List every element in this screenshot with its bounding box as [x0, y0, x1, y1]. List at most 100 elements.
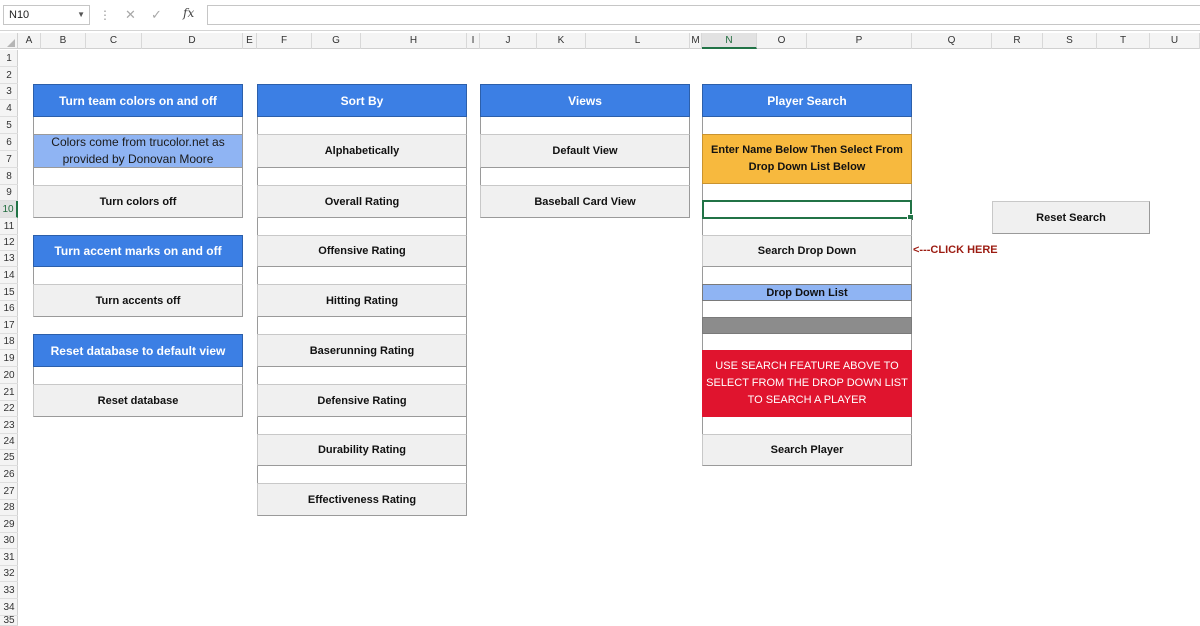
row-header-2[interactable]: 2	[0, 67, 18, 84]
column-header-f[interactable]: F	[257, 33, 312, 49]
spacer-cell	[33, 267, 243, 284]
row-header-21[interactable]: 21	[0, 384, 18, 401]
row-header-27[interactable]: 27	[0, 483, 18, 500]
insert-function-icon[interactable]: fx	[183, 6, 194, 20]
row-headers: 1 2 3 4 5 6 7 8 9 10 11 12 13 14 15 16 17 18 19 20 21 22 23 24 2…	[0, 50, 18, 626]
column-header-j[interactable]: J	[480, 33, 537, 49]
name-box[interactable]: N10 ▼	[3, 5, 90, 25]
spacer-cell	[33, 117, 243, 134]
sort-baserunning-rating-button[interactable]: Baserunning Rating	[257, 334, 467, 367]
row-header-33[interactable]: 33	[0, 582, 18, 599]
row-header-23[interactable]: 23	[0, 417, 18, 434]
spacer-cell	[702, 184, 912, 200]
column-header-m[interactable]: M	[690, 33, 702, 49]
row-header-18[interactable]: 18	[0, 334, 18, 350]
sort-offensive-rating-button[interactable]: Offensive Rating	[257, 235, 467, 267]
chevron-down-icon[interactable]: ▼	[77, 6, 85, 24]
sort-hitting-rating-button[interactable]: Hitting Rating	[257, 284, 467, 317]
search-drop-down-button[interactable]: Search Drop Down	[702, 235, 912, 267]
column-header-u[interactable]: U	[1150, 33, 1200, 49]
name-box-value: N10	[9, 9, 30, 21]
spacer-cell	[702, 117, 912, 134]
turn-colors-off-button[interactable]: Turn colors off	[33, 185, 243, 218]
row-header-7[interactable]: 7	[0, 151, 18, 168]
row-header-8[interactable]: 8	[0, 168, 18, 185]
row-header-6[interactable]: 6	[0, 134, 18, 151]
column-header-n[interactable]: N	[702, 33, 757, 49]
formula-bar: N10 ▼ ⋮ ✕ ✓ fx	[0, 0, 1200, 31]
row-header-25[interactable]: 25	[0, 450, 18, 466]
row-header-4[interactable]: 4	[0, 100, 18, 117]
select-all-corner[interactable]	[0, 33, 18, 49]
spacer-cell	[257, 117, 467, 134]
sort-alphabetically-button[interactable]: Alphabetically	[257, 134, 467, 168]
column-header-a[interactable]: A	[18, 33, 41, 49]
reset-database-header: Reset database to default view	[33, 334, 243, 367]
drop-down-list[interactable]: Drop Down List	[702, 284, 912, 301]
baseball-card-view-button[interactable]: Baseball Card View	[480, 185, 690, 218]
reset-search-button[interactable]: Reset Search	[992, 201, 1150, 234]
sort-by-header: Sort By	[257, 84, 467, 117]
grey-bar	[702, 317, 912, 334]
row-header-12[interactable]: 12	[0, 235, 18, 251]
column-header-h[interactable]: H	[361, 33, 467, 49]
row-header-22[interactable]: 22	[0, 401, 18, 417]
sort-effectiveness-rating-button[interactable]: Effectiveness Rating	[257, 483, 467, 516]
row-header-32[interactable]: 32	[0, 566, 18, 582]
row-header-29[interactable]: 29	[0, 516, 18, 533]
spacer-cell	[257, 466, 467, 483]
row-header-31[interactable]: 31	[0, 549, 18, 566]
row-header-20[interactable]: 20	[0, 367, 18, 384]
row-header-34[interactable]: 34	[0, 599, 18, 616]
spacer-cell	[702, 301, 912, 317]
row-header-11[interactable]: 11	[0, 218, 18, 235]
column-header-q[interactable]: Q	[912, 33, 992, 49]
row-header-14[interactable]: 14	[0, 267, 18, 284]
row-header-15[interactable]: 15	[0, 284, 18, 301]
team-colors-note: Colors come from trucolor.net as provide…	[33, 134, 243, 168]
column-headers: ABCDEFGHIJKLMNOPQRSTU	[0, 33, 1200, 49]
column-header-e[interactable]: E	[243, 33, 257, 49]
row-header-13[interactable]: 13	[0, 251, 18, 267]
row-header-5[interactable]: 5	[0, 117, 18, 134]
column-header-g[interactable]: G	[312, 33, 361, 49]
row-header-24[interactable]: 24	[0, 434, 18, 450]
spacer-cell	[33, 168, 243, 185]
row-header-3[interactable]: 3	[0, 84, 18, 100]
search-warning: USE SEARCH FEATURE ABOVE TO SELECT FROM …	[702, 350, 912, 417]
row-header-26[interactable]: 26	[0, 466, 18, 483]
row-header-17[interactable]: 17	[0, 317, 18, 334]
column-header-o[interactable]: O	[757, 33, 807, 49]
turn-accents-off-button[interactable]: Turn accents off	[33, 284, 243, 317]
formula-input[interactable]	[207, 5, 1200, 25]
column-header-s[interactable]: S	[1043, 33, 1097, 49]
column-header-l[interactable]: L	[586, 33, 690, 49]
row-header-19[interactable]: 19	[0, 350, 18, 367]
row-header-28[interactable]: 28	[0, 500, 18, 516]
column-header-b[interactable]: B	[41, 33, 86, 49]
column-header-i[interactable]: I	[467, 33, 480, 49]
search-player-button[interactable]: Search Player	[702, 434, 912, 466]
drag-handle-icon[interactable]: ⋮	[99, 8, 111, 22]
sort-durability-rating-button[interactable]: Durability Rating	[257, 434, 467, 466]
row-header-30[interactable]: 30	[0, 533, 18, 549]
row-header-9[interactable]: 9	[0, 185, 18, 201]
column-header-c[interactable]: C	[86, 33, 142, 49]
checkmark-icon[interactable]: ✓	[151, 7, 162, 23]
row-header-16[interactable]: 16	[0, 301, 18, 317]
column-header-t[interactable]: T	[1097, 33, 1150, 49]
default-view-button[interactable]: Default View	[480, 134, 690, 168]
column-header-d[interactable]: D	[142, 33, 243, 49]
row-header-1[interactable]: 1	[0, 50, 18, 67]
cancel-x-icon[interactable]: ✕	[125, 7, 136, 23]
column-header-p[interactable]: P	[807, 33, 912, 49]
row-header-35[interactable]: 35	[0, 616, 18, 626]
row-header-10[interactable]: 10	[0, 201, 18, 218]
player-name-input[interactable]	[702, 200, 914, 221]
column-header-r[interactable]: R	[992, 33, 1043, 49]
sort-defensive-rating-button[interactable]: Defensive Rating	[257, 384, 467, 417]
column-header-k[interactable]: K	[537, 33, 586, 49]
sort-overall-rating-button[interactable]: Overall Rating	[257, 185, 467, 218]
reset-database-button[interactable]: Reset database	[33, 384, 243, 417]
spacer-cell	[257, 218, 467, 235]
